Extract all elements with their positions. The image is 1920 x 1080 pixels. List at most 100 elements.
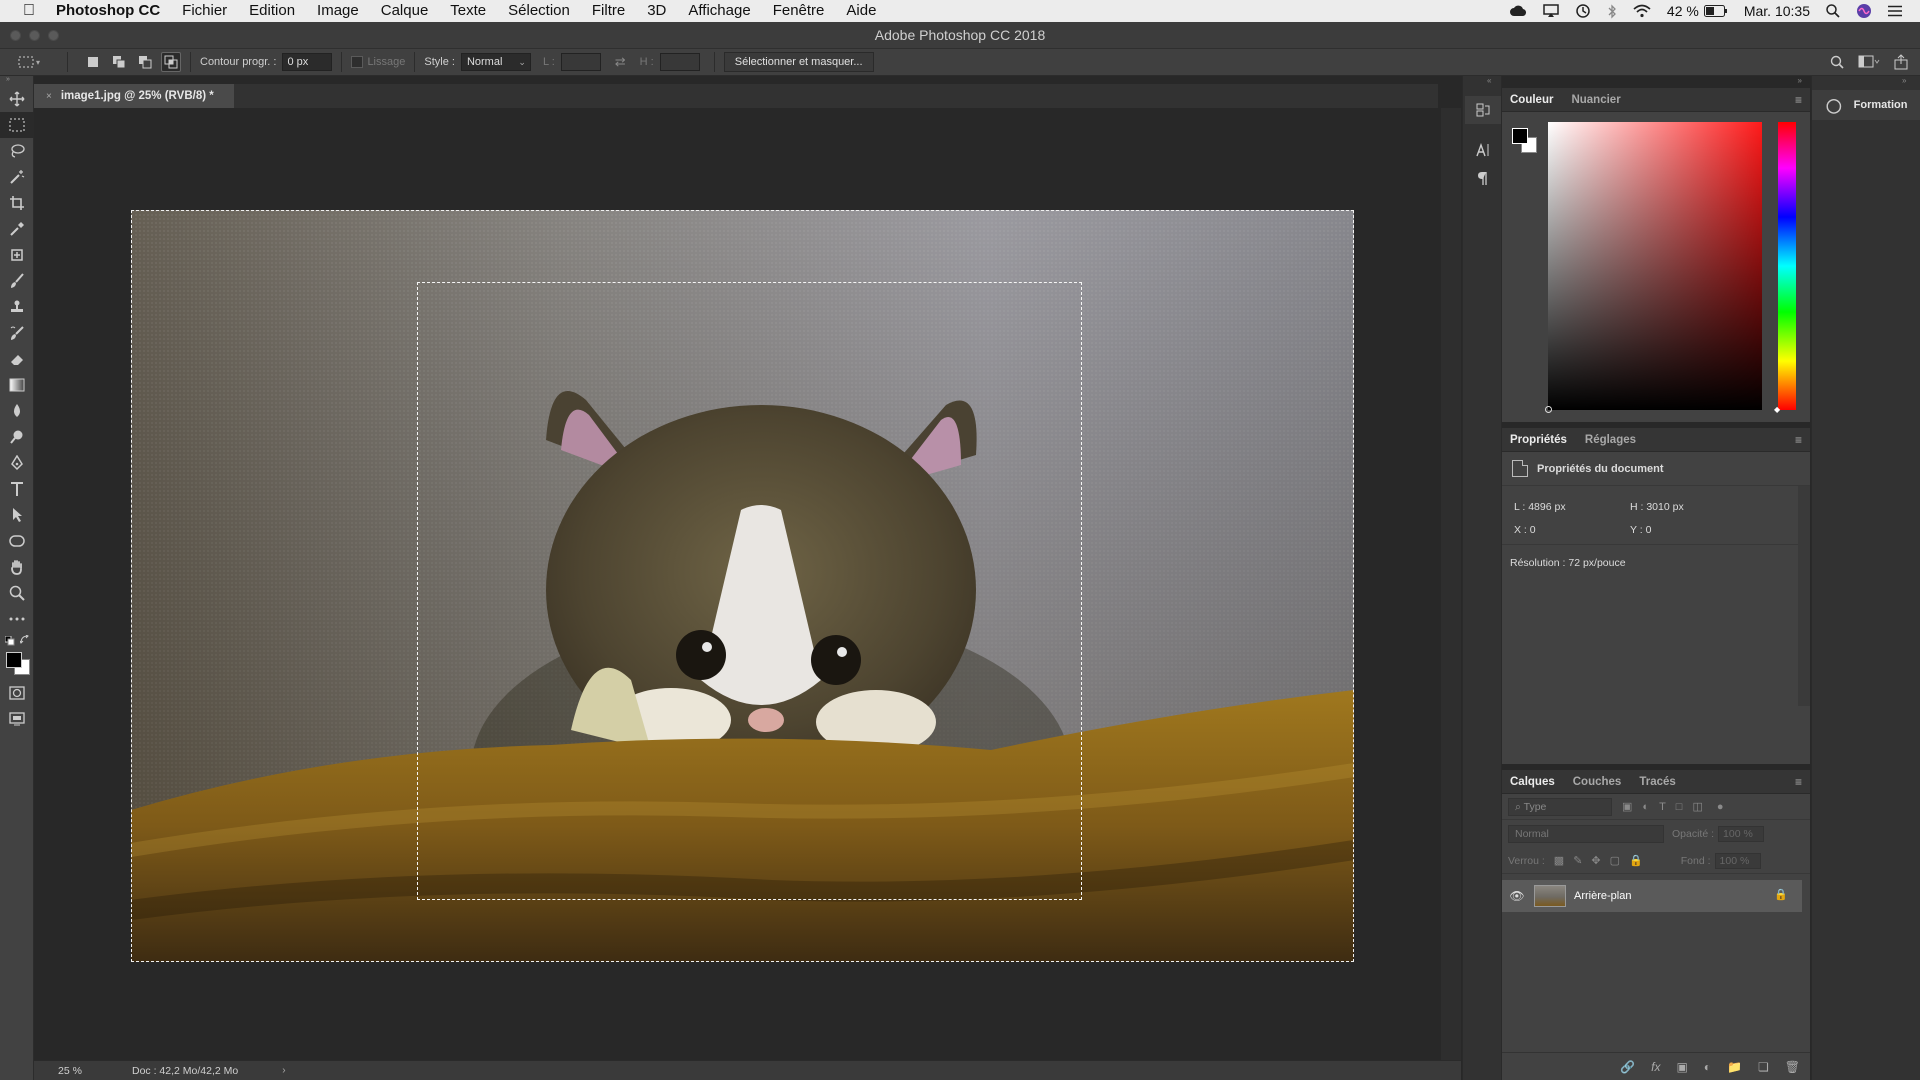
share-icon[interactable] bbox=[1894, 54, 1908, 70]
add-layer-mask-icon[interactable]: ▣ bbox=[1676, 1060, 1687, 1074]
menu-filtre[interactable]: Filtre bbox=[581, 0, 636, 22]
dodge-tool-icon[interactable] bbox=[0, 424, 34, 450]
history-brush-tool-icon[interactable] bbox=[0, 320, 34, 346]
hue-slider[interactable]: ◆ bbox=[1774, 122, 1796, 414]
new-layer-icon[interactable]: ❏ bbox=[1758, 1060, 1769, 1074]
select-and-mask-button[interactable]: Sélectionner et masquer... bbox=[723, 52, 874, 72]
menu-image[interactable]: Image bbox=[306, 0, 370, 22]
menu-3d[interactable]: 3D bbox=[636, 0, 677, 22]
filter-pixel-icon[interactable]: ▣ bbox=[1622, 800, 1632, 813]
status-menu-arrow-icon[interactable]: › bbox=[282, 1065, 285, 1076]
menu-selection[interactable]: Sélection bbox=[497, 0, 581, 22]
hand-tool-icon[interactable] bbox=[0, 554, 34, 580]
creative-cloud-icon[interactable] bbox=[1509, 4, 1527, 18]
hue-slider-marker[interactable]: ◆ bbox=[1774, 405, 1780, 414]
gradient-tool-icon[interactable] bbox=[0, 372, 34, 398]
learn-panel-button[interactable]: ◯ Formation bbox=[1812, 90, 1920, 120]
crop-tool-icon[interactable] bbox=[0, 190, 34, 216]
wifi-icon[interactable] bbox=[1633, 4, 1651, 18]
battery-icon[interactable] bbox=[1703, 5, 1728, 17]
properties-scrollbar[interactable] bbox=[1798, 486, 1810, 706]
lock-image-pixels-icon[interactable]: ✎ bbox=[1573, 854, 1582, 867]
lock-artboard-icon[interactable]: ▢ bbox=[1610, 854, 1620, 867]
fill-input[interactable]: 100 % bbox=[1714, 852, 1761, 869]
subtract-from-selection-button[interactable] bbox=[135, 52, 155, 72]
brush-tool-icon[interactable] bbox=[0, 268, 34, 294]
swap-dimensions-icon[interactable]: ⇄ bbox=[615, 54, 626, 70]
width-input[interactable] bbox=[560, 53, 601, 71]
search-icon[interactable] bbox=[1830, 55, 1844, 69]
color-picker-marker[interactable] bbox=[1545, 406, 1552, 413]
screen-mode-icon[interactable] bbox=[0, 706, 34, 732]
tab-couleur[interactable]: Couleur bbox=[1510, 94, 1553, 106]
vertical-scrollbar[interactable] bbox=[1441, 108, 1461, 1060]
menu-affichage[interactable]: Affichage bbox=[677, 0, 761, 22]
collapse-learn-dock-icon[interactable]: » bbox=[1812, 76, 1920, 88]
feather-input[interactable]: 0 px bbox=[282, 53, 333, 71]
type-tool-icon[interactable] bbox=[0, 476, 34, 502]
apple-logo-icon[interactable]:  bbox=[18, 2, 40, 20]
filter-smart-object-icon[interactable]: ◫ bbox=[1692, 800, 1702, 813]
eyedropper-tool-icon[interactable] bbox=[0, 216, 34, 242]
close-tab-icon[interactable]: × bbox=[46, 91, 52, 102]
filter-adjustment-icon[interactable]: ◐ bbox=[1642, 801, 1649, 813]
layer-lock-icon[interactable]: 🔒 bbox=[1774, 888, 1788, 901]
paragraph-panel-icon[interactable] bbox=[1465, 164, 1501, 192]
menu-fenetre[interactable]: Fenêtre bbox=[762, 0, 836, 22]
menu-calque[interactable]: Calque bbox=[370, 0, 440, 22]
menu-texte[interactable]: Texte bbox=[439, 0, 497, 22]
quick-mask-icon[interactable] bbox=[0, 680, 34, 706]
add-to-selection-button[interactable] bbox=[109, 52, 129, 72]
collapse-dock-icon[interactable]: « bbox=[1463, 76, 1501, 88]
new-adjustment-layer-icon[interactable]: ◐ bbox=[1704, 1060, 1711, 1074]
new-selection-button[interactable] bbox=[83, 52, 103, 72]
delete-layer-trash-icon[interactable]: 🗑 bbox=[1785, 1060, 1800, 1074]
collapse-toolbar-icon[interactable]: » bbox=[0, 76, 33, 86]
style-select[interactable]: Normal ⌄ bbox=[460, 53, 531, 71]
lock-position-icon[interactable]: ✥ bbox=[1591, 854, 1600, 867]
layer-row[interactable]: 👁 Arrière-plan 🔒 bbox=[1502, 880, 1802, 912]
minimize-window-button[interactable] bbox=[29, 30, 40, 41]
airplay-icon[interactable] bbox=[1543, 4, 1559, 18]
siri-icon[interactable] bbox=[1856, 3, 1872, 19]
tab-proprietes[interactable]: Propriétés bbox=[1510, 434, 1567, 446]
move-tool-icon[interactable] bbox=[0, 86, 34, 112]
antialias-checkbox[interactable] bbox=[351, 56, 364, 68]
clone-stamp-tool-icon[interactable] bbox=[0, 294, 34, 320]
expand-panels-icon[interactable]: » bbox=[1502, 76, 1810, 88]
tab-nuancier[interactable]: Nuancier bbox=[1571, 94, 1620, 106]
notification-center-icon[interactable] bbox=[1888, 5, 1902, 17]
filter-toggle-icon[interactable]: ● bbox=[1717, 801, 1724, 813]
magic-wand-tool-icon[interactable] bbox=[0, 164, 34, 190]
tab-couches[interactable]: Couches bbox=[1573, 776, 1622, 788]
zoom-window-button[interactable] bbox=[48, 30, 59, 41]
time-machine-icon[interactable] bbox=[1575, 3, 1591, 19]
panel-menu-icon[interactable]: ≡ bbox=[1795, 433, 1802, 447]
workspace-switcher-icon[interactable] bbox=[1858, 55, 1880, 69]
document-tab[interactable]: × image1.jpg @ 25% (RVB/8) * bbox=[34, 84, 234, 108]
tab-calques[interactable]: Calques bbox=[1510, 776, 1555, 788]
lock-transparent-pixels-icon[interactable]: ▩ bbox=[1554, 854, 1564, 867]
foreground-color-swatch[interactable] bbox=[6, 652, 22, 668]
history-panel-icon[interactable] bbox=[1465, 96, 1501, 124]
lasso-tool-icon[interactable] bbox=[0, 138, 34, 164]
link-layers-icon[interactable]: 🔗 bbox=[1620, 1060, 1635, 1074]
foreground-color-swatch[interactable] bbox=[1512, 128, 1528, 144]
panel-menu-icon[interactable]: ≡ bbox=[1795, 93, 1802, 107]
layer-visibility-eye-icon[interactable]: 👁 bbox=[1502, 889, 1532, 903]
height-input[interactable] bbox=[659, 53, 700, 71]
zoom-tool-icon[interactable] bbox=[0, 580, 34, 606]
canvas-image[interactable] bbox=[131, 210, 1354, 962]
tab-reglages[interactable]: Réglages bbox=[1585, 434, 1636, 446]
lock-all-icon[interactable]: 🔒 bbox=[1629, 854, 1643, 867]
spotlight-search-icon[interactable] bbox=[1826, 4, 1840, 18]
tab-traces[interactable]: Tracés bbox=[1639, 776, 1675, 788]
menu-fichier[interactable]: Fichier bbox=[171, 0, 238, 22]
more-tools-icon[interactable] bbox=[0, 606, 34, 632]
menu-aide[interactable]: Aide bbox=[835, 0, 887, 22]
spot-healing-brush-icon[interactable] bbox=[0, 242, 34, 268]
blend-mode-select[interactable]: Normal bbox=[1508, 825, 1664, 843]
opacity-input[interactable]: 100 % bbox=[1718, 826, 1765, 842]
zoom-level[interactable]: 25 % bbox=[34, 1065, 92, 1077]
close-window-button[interactable] bbox=[10, 30, 21, 41]
